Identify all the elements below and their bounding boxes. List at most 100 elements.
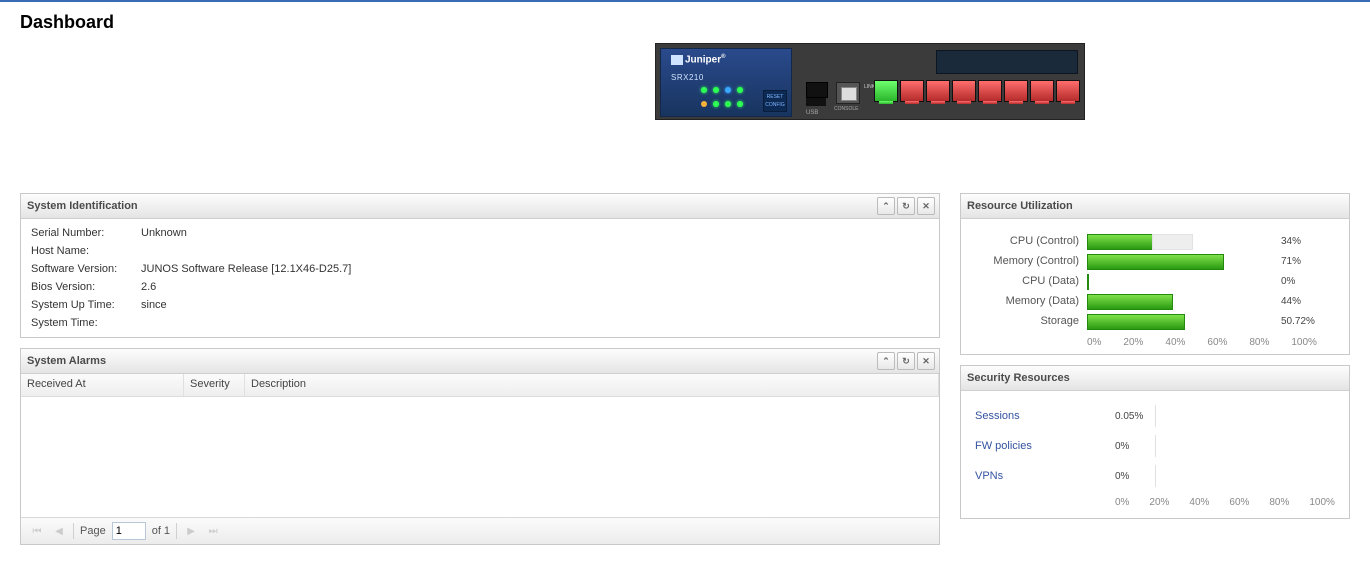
pager-next-button[interactable]: ▶ (183, 523, 199, 539)
resource-label: CPU (Data) (969, 275, 1087, 287)
security-link[interactable]: VPNs (975, 470, 1115, 482)
axis-tick: 60% (1207, 337, 1227, 348)
close-button[interactable]: ✕ (917, 197, 935, 215)
system-alarms-panel: System Alarms ⌃ ↻ ✕ Received At Severity… (20, 348, 940, 545)
usb-label: USB (806, 110, 818, 116)
panel-title: System Identification (27, 200, 138, 212)
led-icon (701, 101, 707, 107)
resource-label: Memory (Data) (969, 295, 1087, 307)
resource-row: CPU (Control)34% (969, 231, 1335, 251)
ethernet-port[interactable] (900, 80, 924, 102)
chevron-up-icon: ⌃ (882, 356, 890, 367)
refresh-button[interactable]: ↻ (897, 352, 915, 370)
resource-bar-track (1087, 274, 1277, 288)
security-bar-track (1155, 435, 1335, 457)
system-identification-panel: System Identification ⌃ ↻ ✕ Serial Numbe… (20, 193, 940, 338)
panel-title: Resource Utilization (967, 200, 1073, 212)
column-severity[interactable]: Severity (184, 374, 245, 396)
reset-config-button[interactable]: RESET CONFIG (763, 90, 787, 112)
axis-tick: 100% (1309, 497, 1335, 508)
info-row: Serial Number:Unknown (31, 227, 929, 239)
security-value: 0% (1115, 471, 1155, 482)
resource-bar-track (1087, 254, 1277, 268)
ethernet-ports (874, 80, 1080, 102)
axis-tick: 40% (1189, 497, 1209, 508)
info-value: JUNOS Software Release [12.1X46-D25.7] (141, 263, 351, 275)
security-value: 0% (1115, 441, 1155, 452)
info-row: System Time: (31, 317, 929, 329)
resource-row: Memory (Data)44% (969, 291, 1335, 311)
resource-value: 71% (1281, 256, 1301, 267)
axis-tick: 60% (1229, 497, 1249, 508)
alarms-grid-body (21, 397, 939, 517)
device-model: SRX210 (671, 73, 704, 82)
console-label: CONSOLE (834, 106, 858, 112)
info-label: System Up Time: (31, 299, 141, 311)
pager-page-input[interactable] (112, 522, 146, 540)
led-ha-icon (737, 87, 743, 93)
security-bar-track (1155, 465, 1335, 487)
resource-bar-ghost (1152, 234, 1194, 250)
info-row: Host Name: (31, 245, 929, 257)
pager-last-button[interactable]: ⏭ (205, 523, 221, 539)
security-link[interactable]: FW policies (975, 440, 1115, 452)
security-row: Sessions0.05% (975, 401, 1335, 431)
info-row: Software Version:JUNOS Software Release … (31, 263, 929, 275)
device-lcd-icon (936, 50, 1078, 74)
refresh-icon: ↻ (902, 201, 910, 212)
info-value: since (141, 299, 167, 311)
usb-port-icon (806, 98, 826, 106)
ethernet-port[interactable] (952, 80, 976, 102)
alarms-grid-header: Received At Severity Description (21, 374, 939, 397)
info-row: System Up Time:since (31, 299, 929, 311)
led-power-icon (725, 87, 731, 93)
resource-value: 34% (1281, 236, 1301, 247)
first-page-icon: ⏮ (33, 526, 42, 537)
ethernet-port[interactable] (1030, 80, 1054, 102)
info-label: Bios Version: (31, 281, 141, 293)
led-icon (737, 101, 743, 107)
resource-label: Storage (969, 315, 1087, 327)
ethernet-port[interactable] (926, 80, 950, 102)
resource-bar (1087, 274, 1089, 290)
refresh-icon: ↻ (902, 356, 910, 367)
collapse-button[interactable]: ⌃ (877, 197, 895, 215)
alarms-pager: ⏮ ◀ Page of 1 ▶ ⏭ (21, 517, 939, 544)
resource-bar (1087, 234, 1154, 250)
resource-utilization-panel: Resource Utilization CPU (Control)34%Mem… (960, 193, 1350, 355)
last-page-icon: ⏭ (209, 526, 218, 537)
axis-tick: 0% (1115, 497, 1129, 508)
led-alarm-icon (701, 87, 707, 93)
resource-row: Storage50.72% (969, 311, 1335, 331)
ethernet-port[interactable] (1056, 80, 1080, 102)
ethernet-port[interactable] (874, 80, 898, 102)
refresh-button[interactable]: ↻ (897, 197, 915, 215)
close-button[interactable]: ✕ (917, 352, 935, 370)
column-description[interactable]: Description (245, 374, 939, 396)
led-status-icon (713, 87, 719, 93)
pager-of-label: of 1 (152, 525, 170, 537)
info-row: Bios Version:2.6 (31, 281, 929, 293)
column-received-at[interactable]: Received At (21, 374, 184, 396)
separator (176, 523, 177, 539)
info-label: Software Version: (31, 263, 141, 275)
led-icon (713, 101, 719, 107)
panel-title: Security Resources (967, 372, 1070, 384)
security-bar-track (1155, 405, 1335, 427)
ethernet-port[interactable] (1004, 80, 1028, 102)
separator (73, 523, 74, 539)
resource-label: Memory (Control) (969, 255, 1087, 267)
collapse-button[interactable]: ⌃ (877, 352, 895, 370)
resource-row: CPU (Data)0% (969, 271, 1335, 291)
next-page-icon: ▶ (187, 526, 195, 537)
device-brand: Juniper® (671, 54, 726, 65)
axis-tick: 80% (1269, 497, 1289, 508)
resource-bar (1087, 314, 1185, 330)
security-link[interactable]: Sessions (975, 410, 1115, 422)
resource-row: Memory (Control) 71% (969, 251, 1335, 271)
ethernet-port[interactable] (978, 80, 1002, 102)
pager-prev-button[interactable]: ◀ (51, 523, 67, 539)
pager-first-button[interactable]: ⏮ (29, 523, 45, 539)
security-resources-panel: Security Resources Sessions0.05% FW polic… (960, 365, 1350, 519)
axis-tick: 20% (1149, 497, 1169, 508)
